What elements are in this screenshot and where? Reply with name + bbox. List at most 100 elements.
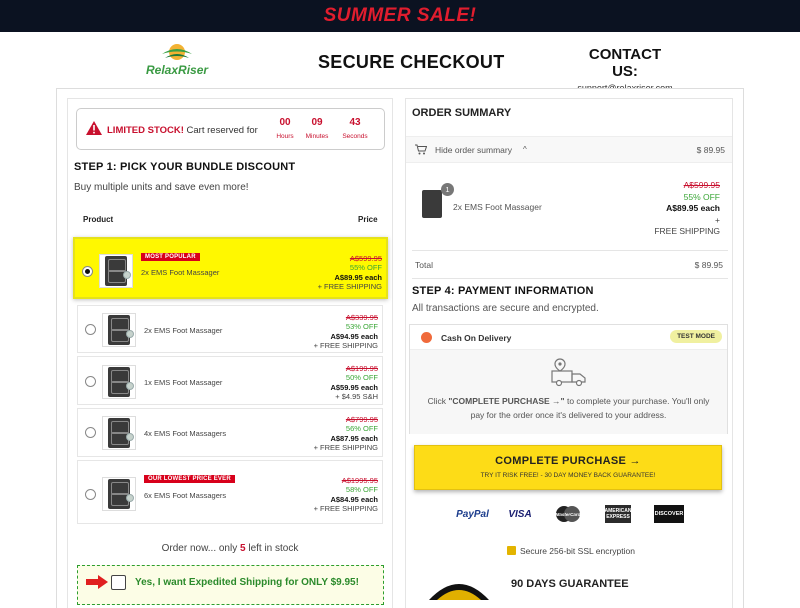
summary-discount: 55% OFF	[683, 191, 720, 202]
divider	[412, 250, 728, 251]
summary-plus: +	[715, 214, 720, 225]
unit-price: A$94.95 each	[330, 331, 378, 341]
bundle-radio[interactable]	[85, 376, 96, 387]
order-summary-title: ORDER SUMMARY	[412, 107, 512, 119]
divider	[412, 278, 728, 279]
bundle-name: 4x EMS Foot Massagers	[144, 429, 227, 438]
step1-subtitle: Buy multiple units and save even more!	[74, 182, 249, 193]
bundle-radio[interactable]	[85, 489, 96, 500]
stock-remaining-post: left in stock	[245, 543, 299, 554]
bundle-option-3[interactable]: 1x EMS Foot Massager A$199.95 50% OFF A$…	[77, 356, 383, 405]
total-value: $ 89.95	[694, 260, 723, 270]
guarantee-seal-icon	[429, 584, 489, 600]
payment-method-box: Cash On Delivery TEST MODE Click "COMPLE…	[409, 324, 728, 434]
bundle-option-4[interactable]: 4x EMS Foot Massagers A$799.95 56% OFF A…	[77, 408, 383, 457]
mastercard-icon: MasterCard	[556, 506, 581, 522]
unit-price: A$59.95 each	[330, 382, 378, 392]
ssl-notice: Secure 256-bit SSL encryption	[507, 546, 635, 556]
summary-product-price: A$599.95 55% OFF A$89.95 each + FREE SHI…	[654, 180, 720, 238]
timer-minutes-unit: Minutes	[305, 133, 329, 140]
warning-icon	[86, 121, 102, 135]
paypal-logo: PayPal	[456, 508, 489, 520]
payment-instructions: Click "COMPLETE PURCHASE →" to complete …	[420, 394, 717, 422]
bundle-name: 2x EMS Foot Massager	[144, 326, 223, 335]
payment-text-bold: "COMPLETE PURCHASE →"	[448, 396, 565, 406]
shipping-note: + FREE SHIPPING	[313, 442, 378, 452]
product-thumbnail	[102, 416, 136, 450]
bundle-name: 6x EMS Foot Massagers	[144, 491, 227, 500]
complete-purchase-button[interactable]: COMPLETE PURCHASE → TRY IT RISK FREE! - …	[414, 445, 722, 490]
discount-label: 53% OFF	[345, 322, 378, 332]
bundle-radio[interactable]	[85, 324, 96, 335]
summary-product-name: 2x EMS Foot Massager	[453, 202, 542, 212]
bundle-price: A$599.95 55% OFF A$89.95 each + FREE SHI…	[318, 254, 382, 291]
order-summary-bar-total: $ 89.95	[696, 145, 725, 155]
original-price: A$1995.95	[341, 476, 378, 485]
step4-subtitle: All transactions are secure and encrypte…	[412, 303, 599, 314]
shipping-note: + $4.95 S&H	[335, 391, 378, 401]
limited-stock-notice: LIMITED STOCK! Cart reserved for 00 Hour…	[76, 108, 385, 150]
bundle-radio[interactable]	[85, 427, 96, 438]
bundle-price: A$339.95 53% OFF A$94.95 each + FREE SHI…	[314, 313, 378, 350]
bundle-name: 2x EMS Foot Massager	[141, 268, 220, 277]
step4-title: STEP 4: PAYMENT INFORMATION	[412, 285, 594, 297]
product-thumbnail	[99, 254, 133, 288]
discount-label: 50% OFF	[345, 373, 378, 383]
amex-logo: AMERICAN EXPRESS	[605, 505, 631, 523]
shipping-note: + FREE SHIPPING	[313, 340, 378, 350]
expedited-shipping-label[interactable]: Yes, I want Expedited Shipping for ONLY …	[135, 577, 359, 588]
order-summary-toggle[interactable]: Hide order summary ^ $ 89.95	[406, 136, 732, 163]
product-thumbnail	[102, 477, 136, 511]
shipping-note: + FREE SHIPPING	[317, 281, 382, 291]
discount-label: 56% OFF	[345, 424, 378, 434]
bundle-radio[interactable]	[82, 266, 93, 277]
cart-icon	[415, 144, 427, 155]
lock-icon	[507, 546, 516, 555]
summary-product-thumbnail	[422, 190, 444, 220]
product-thumbnail	[102, 365, 136, 399]
leaf-sun-logo-icon	[162, 44, 192, 60]
guarantee-title: 90 DAYS GUARANTEE	[511, 578, 629, 590]
test-mode-badge: TEST MODE	[670, 330, 722, 343]
timer-minutes: 09 Minutes	[297, 117, 337, 140]
timer-seconds-unit: Seconds	[342, 133, 368, 140]
bundle-option-1[interactable]: MOST POPULAR 2x EMS Foot Massager A$599.…	[73, 237, 388, 299]
stock-label: LIMITED STOCK! Cart reserved for	[107, 125, 258, 136]
summary-original-price: A$599.95	[683, 180, 720, 190]
payment-method-label: Cash On Delivery	[441, 333, 512, 343]
ssl-text: Secure 256-bit SSL encryption	[520, 546, 635, 556]
lowest-price-badge: OUR LOWEST PRICE EVER	[144, 475, 235, 483]
mastercard-logo: MasterCard	[553, 505, 583, 523]
brand-logo[interactable]: RelaxRiser	[146, 40, 208, 84]
bundle-option-2[interactable]: 2x EMS Foot Massager A$339.95 53% OFF A$…	[77, 305, 383, 353]
brand-logo-text: RelaxRiser	[146, 63, 209, 77]
discover-logo: DISCOVER	[654, 505, 684, 523]
sale-banner-text: SUMMER SALE!	[323, 5, 477, 26]
expedited-shipping-checkbox[interactable]	[111, 575, 126, 590]
summary-unit-price: A$89.95 each	[666, 203, 720, 213]
timer-seconds: 43 Seconds	[335, 117, 375, 140]
mastercard-text: MasterCard	[556, 512, 581, 517]
most-popular-badge: MOST POPULAR	[141, 253, 200, 261]
total-label: Total	[415, 260, 433, 270]
payment-method-details: Click "COMPLETE PURCHASE →" to complete …	[410, 350, 727, 434]
column-header-product: Product	[83, 215, 114, 224]
expedited-shipping-upsell[interactable]: Yes, I want Expedited Shipping for ONLY …	[77, 565, 384, 605]
checkout-header: RelaxRiser SECURE CHECKOUT CONTACT US: s…	[0, 32, 800, 93]
payment-text-pre: Click	[427, 396, 449, 406]
bundle-price: A$1995.95 58% OFF A$84.95 each + FREE SH…	[314, 476, 378, 513]
visa-logo: VISA	[508, 508, 532, 520]
quantity-badge: 1	[441, 183, 454, 196]
payment-radio[interactable]	[421, 332, 432, 343]
hide-order-summary-link[interactable]: Hide order summary	[435, 145, 512, 155]
summary-shipping: FREE SHIPPING	[654, 226, 720, 236]
bundle-name: 1x EMS Foot Massager	[144, 378, 223, 387]
cash-on-delivery-option[interactable]: Cash On Delivery TEST MODE	[410, 325, 727, 350]
sale-banner: SUMMER SALE!	[0, 0, 800, 32]
product-thumbnail	[102, 313, 136, 347]
discount-label: 58% OFF	[345, 485, 378, 495]
unit-price: A$89.95 each	[334, 272, 382, 282]
step1-title: STEP 1: PICK YOUR BUNDLE DISCOUNT	[74, 161, 296, 173]
original-price: A$799.95	[345, 415, 378, 424]
bundle-option-5[interactable]: OUR LOWEST PRICE EVER 6x EMS Foot Massag…	[77, 460, 383, 524]
